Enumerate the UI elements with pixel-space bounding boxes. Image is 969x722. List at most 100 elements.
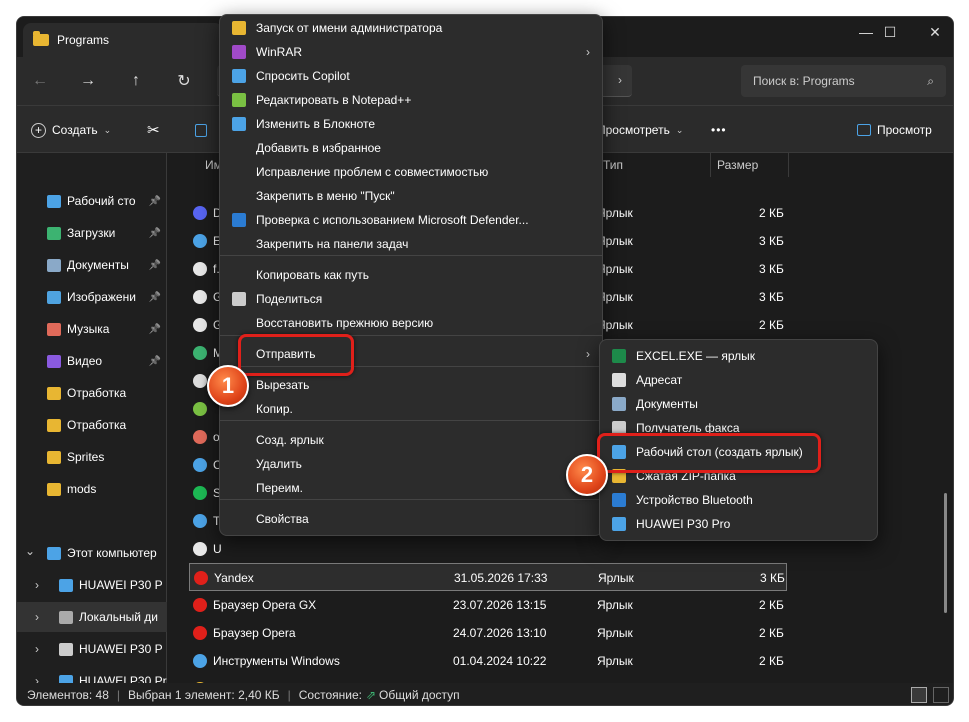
menu-item-icon xyxy=(232,21,246,35)
more-options-icon[interactable]: ••• xyxy=(711,118,727,142)
sidebar-icon xyxy=(47,226,61,240)
view-button[interactable]: Просмотреть ⌄ xyxy=(597,118,683,142)
table-row[interactable]: Инструменты Windows 01.04.2024 10:22 Ярлык… xyxy=(189,647,787,675)
submenu-item-icon xyxy=(612,373,626,387)
view-label: Просмотреть xyxy=(597,123,670,137)
menu-item[interactable]: WinRAR › xyxy=(224,40,598,64)
window-title: Programs xyxy=(57,33,110,47)
submenu-item[interactable]: EXCEL.EXE — ярлык xyxy=(604,344,873,368)
menu-item[interactable]: Копировать как путь xyxy=(224,263,598,287)
sidebar-item[interactable]: Документы 📌 xyxy=(17,250,167,280)
search-icon: ⌕ xyxy=(927,73,934,88)
pin-icon: 📌 xyxy=(148,355,161,367)
chevron-down-icon[interactable]: ⌄ xyxy=(25,544,35,558)
submenu-item[interactable]: Устройство Bluetooth xyxy=(604,488,873,512)
status-bar: Элементов: 48 | Выбран 1 элемент: 2,40 К… xyxy=(17,683,953,705)
sidebar-icon xyxy=(59,610,73,624)
menu-item[interactable]: Проверка с использованием Microsoft Defe… xyxy=(224,208,598,232)
search-input[interactable]: Поиск в: Programs ⌕ xyxy=(741,65,946,97)
pin-icon: 📌 xyxy=(148,227,161,239)
share-icon: ⇗ xyxy=(365,688,377,702)
cell-name: Браузер Opera xyxy=(213,626,296,640)
menu-item-label: Добавить в избранное xyxy=(256,141,381,155)
table-row[interactable]: Браузер Opera 24.07.2026 13:10 Ярлык 2 КБ xyxy=(189,619,787,647)
menu-item[interactable]: Добавить в избранное xyxy=(224,136,598,160)
details-view-icon[interactable] xyxy=(911,687,927,703)
maximize-button[interactable]: ☐ xyxy=(867,17,913,47)
chevron-right-icon[interactable]: › xyxy=(35,610,39,624)
menu-item[interactable]: Запуск от имени администратора xyxy=(224,16,598,40)
step-badge-1: 1 xyxy=(207,365,249,407)
table-row[interactable]: Браузер Opera GX 23.07.2026 13:15 Ярлык 2 К… xyxy=(189,591,787,619)
menu-item[interactable]: Копир. xyxy=(224,397,598,421)
sidebar-item[interactable]: Изображени 📌 xyxy=(17,282,167,312)
menu-item[interactable]: Закрепить на панели задач xyxy=(224,232,598,256)
sidebar-item[interactable]: Отработка xyxy=(17,410,167,440)
forward-icon[interactable]: → xyxy=(75,69,101,93)
sidebar-item[interactable]: ⌄ Этот компьютер xyxy=(17,538,167,568)
sidebar-item[interactable]: Видео 📌 xyxy=(17,346,167,376)
sidebar-item[interactable]: Sprites xyxy=(17,442,167,472)
menu-item[interactable]: Восстановить прежнюю версию xyxy=(224,311,598,335)
chevron-down-icon: ⌄ xyxy=(103,124,112,135)
up-icon[interactable]: ↑ xyxy=(123,69,149,93)
cell-size: 2 КБ xyxy=(759,318,784,332)
preview-button[interactable]: Просмотр xyxy=(857,118,932,142)
cell-date: 24.07.2026 13:10 xyxy=(453,626,547,640)
chevron-right-icon[interactable]: › xyxy=(35,642,39,656)
cell-size: 2 КБ xyxy=(759,654,784,668)
submenu-item[interactable]: Адресат xyxy=(604,368,873,392)
menu-item[interactable]: Поделиться xyxy=(224,287,598,311)
submenu-item-label: HUAWEI P30 Pro xyxy=(636,517,731,531)
refresh-icon[interactable]: ↻ xyxy=(171,69,197,93)
menu-item[interactable]: Свойства xyxy=(224,507,598,531)
chevron-right-icon: › xyxy=(586,45,590,59)
menu-item-icon xyxy=(232,93,246,107)
menu-item[interactable]: Созд. ярлык xyxy=(224,428,598,452)
chevron-right-icon[interactable]: › xyxy=(35,578,39,592)
tab-programs[interactable]: Programs xyxy=(23,23,223,57)
sidebar-item[interactable]: Музыка 📌 xyxy=(17,314,167,344)
menu-item-label: Удалить xyxy=(256,457,302,471)
menu-item-label: Спросить Copilot xyxy=(256,69,350,83)
sidebar-item[interactable]: › HUAWEI P30 P xyxy=(17,634,167,664)
step-badge-2: 2 xyxy=(566,454,608,496)
menu-item[interactable]: Изменить в Блокноте xyxy=(224,112,598,136)
close-button[interactable]: ✕ xyxy=(912,17,953,47)
create-button[interactable]: + Создать ⌄ xyxy=(31,118,111,142)
sidebar-item[interactable]: Отработка xyxy=(17,378,167,408)
back-icon[interactable]: ← xyxy=(27,69,53,93)
sidebar-icon xyxy=(59,578,73,592)
navigation-pane: Рабочий сто 📌 Загрузки 📌 Документы 📌 Изображен… xyxy=(17,153,167,688)
submenu-item[interactable]: HUAWEI P30 Pro xyxy=(604,512,873,536)
sidebar-item-label: Отработка xyxy=(67,386,127,400)
file-icon xyxy=(193,290,207,304)
sidebar-item[interactable]: › Локальный ди xyxy=(17,602,167,632)
menu-item[interactable]: Вырезать xyxy=(224,373,598,397)
submenu-item-icon xyxy=(612,349,626,363)
file-icon xyxy=(194,571,208,585)
table-row[interactable]: Yandex 31.05.2026 17:33 Ярлык 3 КБ xyxy=(189,563,787,591)
sidebar-item[interactable]: Рабочий сто 📌 xyxy=(17,186,167,216)
menu-item[interactable]: Закрепить в меню "Пуск" xyxy=(224,184,598,208)
sidebar-icon xyxy=(59,642,73,656)
context-menu: Запуск от имени администратора WinRAR › Спр… xyxy=(219,14,603,536)
scrollbar[interactable] xyxy=(944,493,947,613)
cut-icon[interactable]: ✂ xyxy=(147,118,160,142)
sidebar-item[interactable]: mods xyxy=(17,474,167,504)
submenu-item[interactable]: Документы xyxy=(604,392,873,416)
cell-type: Ярлык xyxy=(597,654,633,668)
file-icon xyxy=(193,374,207,388)
menu-item[interactable]: Исправление проблем с совместимостью xyxy=(224,160,598,184)
menu-item[interactable]: Удалить xyxy=(224,452,598,476)
menu-item[interactable]: Спросить Copilot xyxy=(224,64,598,88)
menu-item[interactable]: Переим. xyxy=(224,476,598,500)
menu-item[interactable]: Редактировать в Notepad++ xyxy=(224,88,598,112)
sidebar-item[interactable]: Загрузки 📌 xyxy=(17,218,167,248)
copy-icon[interactable] xyxy=(195,118,207,142)
menu-item-label: Восстановить прежнюю версию xyxy=(256,316,434,330)
sidebar-item[interactable]: › HUAWEI P30 P xyxy=(17,570,167,600)
tiles-view-icon[interactable] xyxy=(933,687,949,703)
sidebar-item-label: Отработка xyxy=(67,418,127,432)
menu-item-label: Вырезать xyxy=(256,378,310,392)
